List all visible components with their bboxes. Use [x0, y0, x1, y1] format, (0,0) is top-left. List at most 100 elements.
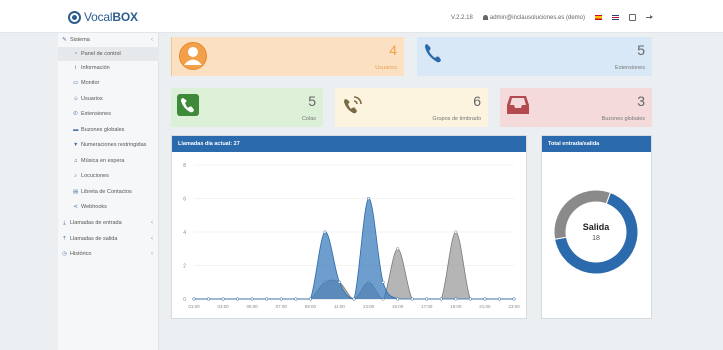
sidebar-item-locuciones[interactable]: ♪ Locuciones [58, 169, 159, 183]
x-tick-label: 01:00 [188, 304, 200, 309]
data-point[interactable] [279, 297, 283, 301]
data-point[interactable] [221, 297, 225, 301]
monitor-icon: ▭ [73, 79, 79, 86]
version-label: V.2.2.18 [451, 14, 473, 21]
data-point[interactable] [352, 297, 356, 301]
data-point[interactable] [497, 297, 502, 301]
data-point[interactable] [454, 297, 458, 301]
share-icon: ≺ [73, 203, 78, 210]
data-point[interactable] [206, 297, 211, 301]
data-point[interactable] [366, 196, 371, 201]
sidebar-item-webhooks[interactable]: ≺ Webhooks [58, 200, 159, 214]
sidebar-item-label: Extensiones [81, 111, 111, 117]
data-point[interactable] [512, 297, 516, 301]
stat-card-grupos[interactable]: 6 Grupos de timbrado [335, 88, 488, 127]
data-point[interactable] [425, 297, 429, 301]
data-point[interactable] [396, 297, 400, 301]
inbox-icon [507, 96, 529, 114]
stat-label: Buzones globales [601, 116, 645, 122]
x-tick-label: 05:00 [247, 304, 259, 309]
user-icon: ☺ [73, 95, 79, 102]
logo[interactable]: VocalBOX [68, 9, 138, 25]
logout-icon[interactable] [646, 14, 653, 21]
x-tick-label: 07:00 [276, 304, 288, 309]
data-point[interactable] [439, 297, 443, 301]
history-icon: ◷ [62, 250, 67, 257]
data-point[interactable] [468, 297, 472, 301]
phone-icon: ✆ [73, 110, 78, 117]
music-icon: ♫ [73, 157, 78, 164]
data-point[interactable] [192, 297, 196, 301]
logo-text-vocal: Vocal [84, 10, 113, 24]
top-bar: VocalBOX V.2.2.18 admin@inclausoluciones… [0, 0, 723, 33]
sidebar-item-buzones[interactable]: ▬ Buzones globales [58, 123, 159, 137]
sidebar-item-label: Numeraciones restringidas [81, 142, 147, 148]
sidebar-item-label: Libreta de Contactos [81, 189, 132, 195]
data-point[interactable] [236, 297, 240, 301]
microphone-icon: ♪ [74, 172, 77, 179]
stat-label: Colas [301, 116, 316, 122]
sidebar-item-monitor[interactable]: ▭ Monitor [58, 76, 159, 90]
data-point[interactable] [483, 297, 487, 301]
data-point[interactable] [381, 280, 385, 284]
panel-title: Llamadas día actual: 27 [172, 136, 526, 152]
data-point[interactable] [294, 297, 298, 301]
sidebar-item-panel[interactable]: ◔ Panel de control [58, 47, 159, 61]
data-point[interactable] [308, 297, 312, 301]
x-tick-label: 17:00 [421, 304, 433, 309]
sidebar-item-usuarios[interactable]: ☺ Usuarios [58, 92, 159, 106]
download-icon: ⤓ [63, 219, 66, 226]
stat-label: Usuarios [375, 65, 397, 71]
stat-value: 5 [637, 42, 645, 58]
sidebar-item-label: Webhooks [81, 204, 107, 210]
english-flag-icon[interactable] [612, 15, 619, 20]
sidebar-item-label: Buzones globales [81, 127, 125, 133]
sidebar-section-sistema[interactable]: ✎ Sistema ‹ [58, 33, 159, 47]
spanish-flag-icon[interactable] [595, 15, 602, 20]
sidebar-section-historico[interactable]: ◷ Histórico ‹ [58, 247, 159, 261]
data-point[interactable] [265, 297, 269, 301]
stat-card-extensiones[interactable]: 5 Extensiones [417, 37, 652, 76]
stat-label: Grupos de timbrado [432, 116, 481, 122]
sidebar-section-salida[interactable]: ⤒ Llamadas de salida ‹ [58, 232, 159, 246]
user-menu[interactable]: admin@inclausoluciones.es (demo) [482, 14, 585, 21]
sidebar-section-label: Sistema [70, 37, 90, 43]
sidebar-item-musica[interactable]: ♫ Música en espera [58, 154, 159, 168]
data-point[interactable] [410, 297, 414, 301]
sidebar-section-entrada[interactable]: ⤓ Llamadas de entrada ‹ [58, 216, 159, 230]
x-tick-label: 19:00 [450, 304, 462, 309]
donut-center-value: 18 [592, 235, 600, 242]
sidebar-item-extensiones[interactable]: ✆ Extensiones [58, 107, 159, 121]
logo-text-box: BOX [112, 10, 138, 24]
stat-card-colas[interactable]: 5 Colas [171, 88, 323, 127]
stat-card-buzones[interactable]: 3 Buzones globales [500, 88, 652, 127]
sidebar-item-label: Información [81, 65, 110, 71]
stat-value: 3 [637, 93, 645, 109]
sidebar-item-label: Panel de control [81, 51, 121, 57]
data-point[interactable] [337, 280, 342, 284]
filter-icon: ▼ [73, 141, 79, 148]
x-tick-label: 21:00 [479, 304, 491, 309]
sidebar-item-label: Locuciones [81, 173, 109, 179]
data-point[interactable] [454, 230, 458, 234]
sidebar-item-numeraciones[interactable]: ▼ Numeraciones restringidas [58, 138, 159, 152]
data-point[interactable] [250, 297, 254, 301]
dashboard-icon: ◔ [73, 50, 78, 57]
document-icon[interactable] [629, 14, 636, 21]
data-point[interactable] [396, 247, 400, 251]
stat-value: 5 [308, 93, 316, 109]
y-tick-label: 4 [183, 230, 186, 236]
logo-icon [68, 10, 81, 24]
stat-card-usuarios[interactable]: 4 Usuarios [171, 37, 404, 76]
sidebar-item-libreta[interactable]: ▤ Libreta de Contactos [58, 185, 159, 199]
sidebar-item-label: Monitor [81, 80, 100, 86]
sidebar-item-informacion[interactable]: i Información [58, 61, 159, 75]
y-tick-label: 6 [183, 197, 186, 203]
sidebar-section-label: Llamadas de entrada [70, 220, 122, 226]
stat-value: 6 [473, 93, 481, 109]
wrench-icon: ✎ [62, 36, 67, 43]
sidebar-item-label: Música en espera [81, 158, 125, 164]
data-point[interactable] [323, 230, 327, 234]
chevron-left-icon: ‹ [151, 37, 153, 43]
donut-center-label: Salida [582, 222, 610, 232]
